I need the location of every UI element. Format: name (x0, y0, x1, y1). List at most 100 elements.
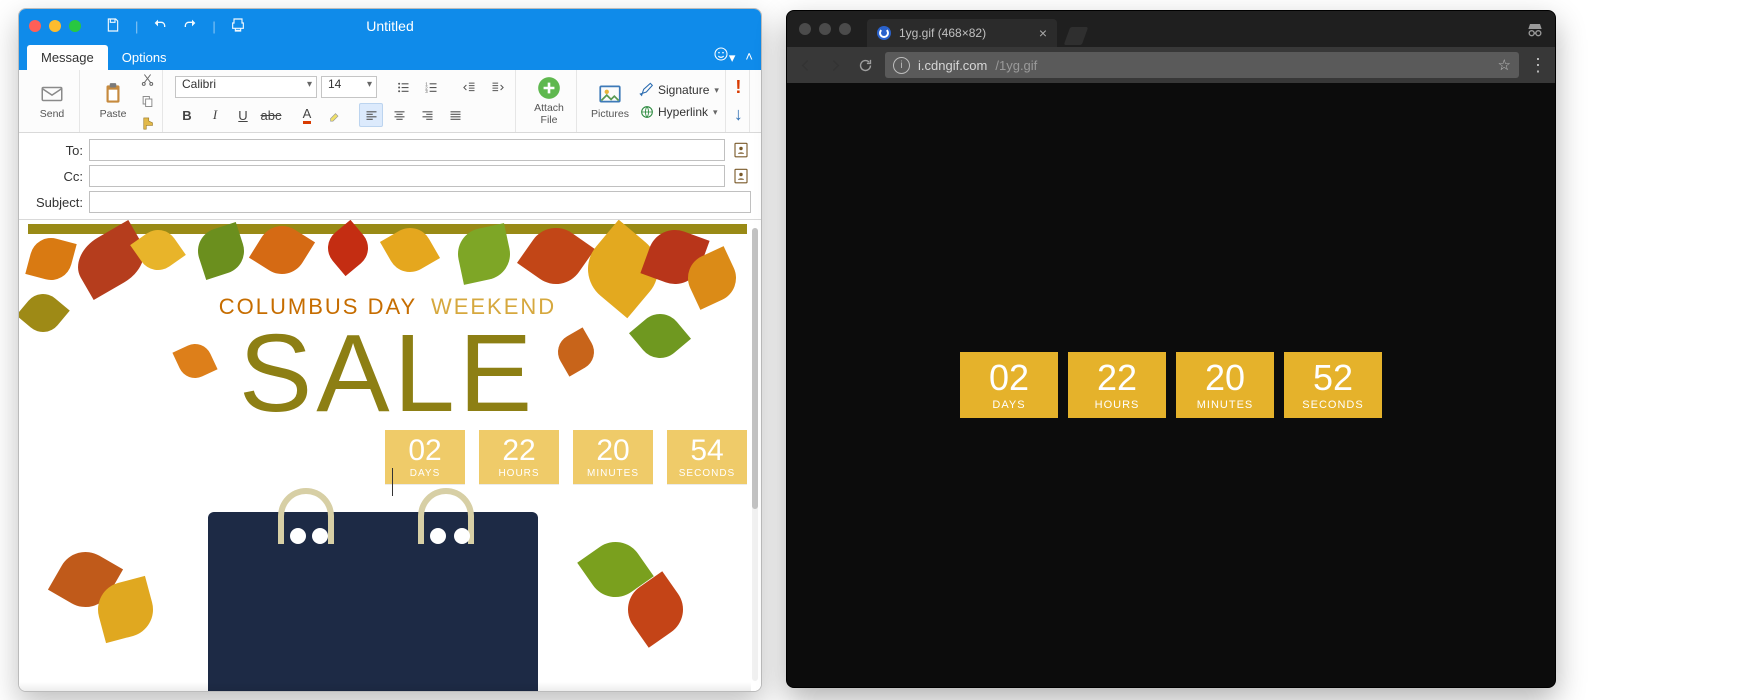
favicon-icon (877, 26, 891, 40)
send-button[interactable]: Send (31, 81, 73, 121)
font-size-combo[interactable]: 14 (321, 76, 377, 98)
collapse-ribbon-icon[interactable]: ˄ (745, 49, 753, 64)
to-address-book-icon[interactable] (731, 140, 751, 160)
signature-button[interactable]: Signature (639, 82, 719, 98)
mac-traffic-lights (19, 20, 91, 32)
minimize-window-button[interactable] (49, 20, 61, 32)
countdown-seconds: 54SECONDS (667, 430, 747, 484)
hyperlink-button[interactable]: Hyperlink (639, 104, 719, 120)
save-icon[interactable] (105, 17, 121, 36)
close-window-button[interactable] (29, 20, 41, 32)
numbering-icon[interactable]: 123 (419, 75, 443, 99)
align-center-icon[interactable] (387, 103, 411, 127)
align-left-icon[interactable] (359, 103, 383, 127)
justify-icon[interactable] (443, 103, 467, 127)
new-tab-button[interactable] (1065, 25, 1087, 47)
align-right-icon[interactable] (415, 103, 439, 127)
subject-label: Subject: (29, 195, 83, 210)
high-importance-icon[interactable]: ! (735, 77, 741, 98)
countdown-days: 02DAYS (960, 352, 1058, 418)
countdown-hours: 22HOURS (1068, 352, 1166, 418)
countdown-days: 02DAYS (385, 430, 465, 484)
compose-body[interactable]: COLUMBUS DAY WEEKEND SALE 02DAYS 22HOURS… (19, 220, 761, 692)
site-info-icon[interactable]: i (893, 57, 910, 74)
outlook-window: | | Untitled Message Options ▾ ˄ Send (18, 8, 762, 692)
gif-countdown: 02DAYS 22HOURS 20MINUTES 52SECONDS (960, 352, 1382, 418)
to-input[interactable] (89, 139, 725, 161)
chrome-toolbar: i i.cdngif.com/1yg.gif ☆ ⋮ (787, 47, 1555, 83)
reload-button[interactable] (855, 55, 875, 75)
italic-button[interactable]: I (203, 103, 227, 127)
svg-text:3: 3 (425, 89, 428, 94)
subject-input[interactable] (89, 191, 751, 213)
outlook-titlebar: | | Untitled (19, 9, 761, 43)
font-name-combo[interactable]: Calibri (175, 76, 317, 98)
group-include: Pictures Signature Hyperlink (583, 70, 726, 132)
group-send: Send (25, 70, 80, 132)
zoom-window-button[interactable] (839, 23, 851, 35)
tab-options[interactable]: Options (108, 45, 181, 70)
ribbon: Send Paste Calibri 14 (19, 70, 761, 133)
text-cursor (392, 468, 393, 496)
email-product (28, 512, 747, 692)
email-countdown: 02DAYS 22HOURS 20MINUTES 54SECONDS (28, 430, 747, 484)
quick-access-toolbar: | | (105, 17, 246, 36)
undo-icon[interactable] (152, 17, 168, 36)
cut-icon[interactable] (138, 70, 156, 88)
bookmark-star-icon[interactable]: ☆ (1498, 56, 1511, 74)
group-basic-text: Calibri 14 123 B I U abc A (169, 70, 516, 132)
back-button[interactable] (795, 55, 815, 75)
chrome-window: 1yg.gif (468×82) × i i.cdngif.com/1yg.gi… (786, 10, 1556, 688)
countdown-minutes: 20MINUTES (573, 430, 653, 484)
bold-button[interactable]: B (175, 103, 199, 127)
incognito-icon (1525, 19, 1545, 42)
group-attach: Attach File (522, 70, 577, 132)
group-names: Check Names (756, 70, 762, 132)
format-painter-icon[interactable] (138, 114, 156, 132)
browser-tab[interactable]: 1yg.gif (468×82) × (867, 19, 1057, 47)
tab-title: 1yg.gif (468×82) (899, 26, 986, 40)
indent-icon[interactable] (485, 75, 509, 99)
print-icon[interactable] (230, 17, 246, 36)
emoji-icon[interactable]: ▾ (713, 46, 736, 66)
ribbon-tab-row: Message Options ▾ ˄ (19, 43, 761, 70)
pictures-button[interactable]: Pictures (589, 81, 631, 121)
countdown-minutes: 20MINUTES (1176, 352, 1274, 418)
redo-icon[interactable] (182, 17, 198, 36)
minimize-window-button[interactable] (819, 23, 831, 35)
highlight-icon[interactable] (323, 103, 347, 127)
countdown-seconds: 52SECONDS (1284, 352, 1382, 418)
zoom-window-button[interactable] (69, 20, 81, 32)
bullets-icon[interactable] (391, 75, 415, 99)
paste-button[interactable]: Paste (92, 81, 134, 121)
forward-button[interactable] (825, 55, 845, 75)
compose-fields: To: Cc: Subject: (19, 133, 761, 220)
cc-label: Cc: (29, 169, 83, 184)
group-misc: ! ↓ (732, 70, 750, 132)
low-importance-icon[interactable]: ↓ (734, 104, 743, 125)
chrome-viewport: 02DAYS 22HOURS 20MINUTES 52SECONDS (787, 83, 1555, 687)
tab-message[interactable]: Message (27, 45, 108, 70)
chrome-tabstrip: 1yg.gif (468×82) × (787, 11, 1555, 47)
url-host: i.cdngif.com (918, 58, 987, 73)
url-path: /1yg.gif (995, 58, 1037, 73)
email-hero: COLUMBUS DAY WEEKEND SALE (28, 234, 747, 424)
to-label: To: (29, 143, 83, 158)
outdent-icon[interactable] (457, 75, 481, 99)
countdown-hours: 22HOURS (479, 430, 559, 484)
address-bar[interactable]: i i.cdngif.com/1yg.gif ☆ (885, 52, 1519, 78)
strikethrough-button[interactable]: abc (259, 103, 283, 127)
cc-input[interactable] (89, 165, 725, 187)
email-sale-text: SALE (28, 324, 747, 423)
close-window-button[interactable] (799, 23, 811, 35)
close-tab-icon[interactable]: × (1039, 25, 1047, 41)
copy-icon[interactable] (138, 92, 156, 110)
mac-traffic-lights (787, 11, 863, 47)
cc-address-book-icon[interactable] (731, 166, 751, 186)
vertical-scrollbar[interactable] (752, 228, 758, 681)
group-clipboard: Paste (86, 70, 163, 132)
underline-button[interactable]: U (231, 103, 255, 127)
chrome-menu-icon[interactable]: ⋮ (1529, 55, 1547, 76)
font-color-icon[interactable]: A (295, 103, 319, 127)
attach-file-button[interactable]: Attach File (528, 75, 570, 126)
